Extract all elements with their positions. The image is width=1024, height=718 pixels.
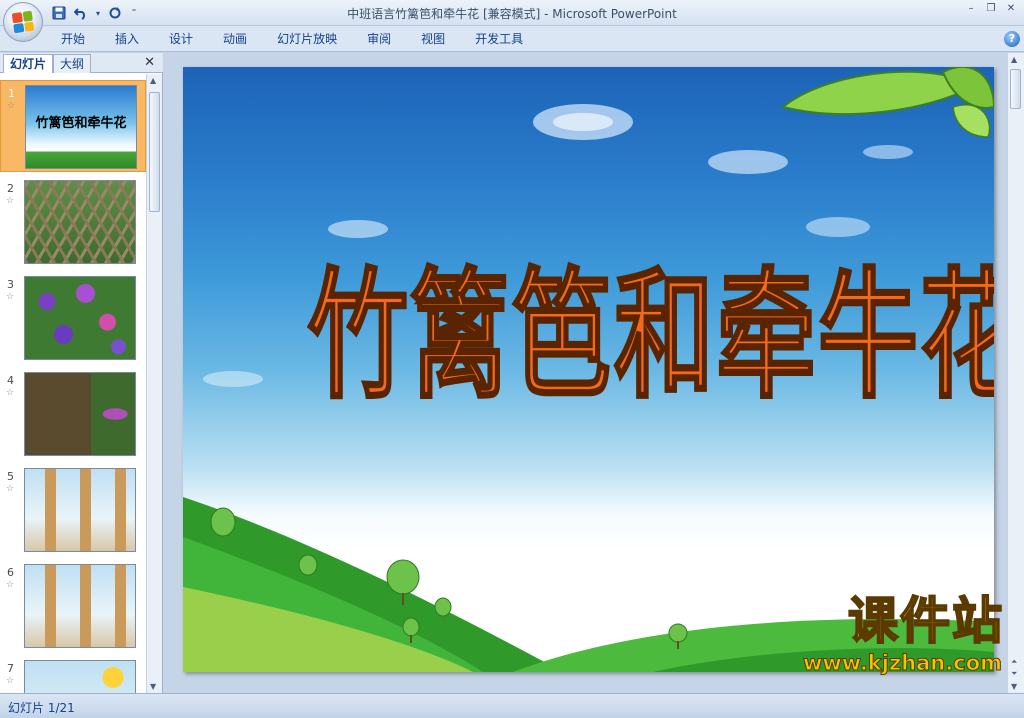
office-logo-icon	[11, 10, 35, 34]
watermark-url: www.kjzhan.com	[802, 651, 1002, 676]
thumbnail-number: 1	[8, 87, 15, 100]
pane-tabs: 大纲 幻灯片 ✕	[0, 53, 163, 73]
scroll-up-icon[interactable]: ▲	[1011, 55, 1017, 64]
office-button[interactable]	[3, 2, 43, 42]
thumbnail-number: 6	[7, 566, 14, 579]
scrollbar-thumb[interactable]	[149, 92, 160, 212]
thumbnail-5[interactable]: 5 ☆	[0, 464, 146, 556]
tab-slideshow[interactable]: 幻灯片放映	[262, 26, 352, 52]
ribbon-tabs: 开始 插入 设计 动画 幻灯片放映 审阅 视图 开发工具	[46, 26, 538, 52]
previous-slide-icon[interactable]: ⏶	[1011, 657, 1017, 667]
thumbnail-image	[24, 180, 136, 264]
tab-review[interactable]: 审阅	[352, 26, 406, 52]
tab-developer[interactable]: 开发工具	[460, 26, 538, 52]
animation-star-icon: ☆	[7, 101, 16, 111]
status-bar: 幻灯片 1/21	[0, 693, 1024, 718]
scroll-up-icon[interactable]: ▲	[150, 76, 156, 85]
scrollbar-thumb[interactable]	[1010, 69, 1021, 109]
thumbnail-list: 1 ☆ 竹篱笆和牵牛花 2 ☆ 3 ☆ 4 ☆ 5 ☆ 6 ☆ 7 ☆	[0, 74, 146, 693]
thumbnail-image	[24, 276, 136, 360]
tab-outline[interactable]: 大纲	[53, 54, 92, 73]
thumbnail-number: 5	[7, 470, 14, 483]
slide-scrollbar[interactable]: ▲ ⏶ ⏷ ▼	[1007, 53, 1024, 693]
slide-counter: 幻灯片 1/21	[8, 701, 75, 715]
ribbon: 开始 插入 设计 动画 幻灯片放映 审阅 视图 开发工具 ?	[0, 26, 1024, 52]
slide-editing-area: 竹篱笆和牵牛花 ▲ ⏶ ⏷ ▼ 课件站 www.kjzhan.com	[164, 53, 1024, 693]
scroll-down-icon[interactable]: ▼	[150, 682, 156, 691]
animation-star-icon: ☆	[6, 292, 15, 302]
thumbnail-6[interactable]: 6 ☆	[0, 560, 146, 652]
thumbnail-2[interactable]: 2 ☆	[0, 176, 146, 268]
thumbnail-number: 2	[7, 182, 14, 195]
animation-star-icon: ☆	[6, 484, 15, 494]
thumbnail-image	[24, 564, 136, 648]
thumbnail-image: 竹篱笆和牵牛花	[25, 85, 137, 169]
close-window-icon[interactable]: ✕	[1002, 2, 1020, 16]
window-title: 中班语言竹篱笆和牵牛花 [兼容模式] - Microsoft PowerPoin…	[347, 7, 677, 21]
slide-title[interactable]: 竹篱笆和牵牛花	[307, 222, 994, 425]
thumbnail-image	[24, 372, 136, 456]
close-pane-icon[interactable]: ✕	[144, 55, 155, 70]
thumbnail-3[interactable]: 3 ☆	[0, 272, 146, 364]
restore-icon[interactable]: ❐	[982, 2, 1000, 16]
thumbnail-1[interactable]: 1 ☆ 竹篱笆和牵牛花	[0, 80, 146, 172]
thumbnail-caption: 竹篱笆和牵牛花	[35, 116, 127, 131]
slides-pane: 大纲 幻灯片 ✕ 1 ☆ 竹篱笆和牵牛花 2 ☆ 3 ☆ 4 ☆ 5 ☆ 6 ☆…	[0, 53, 163, 693]
animation-star-icon: ☆	[6, 388, 15, 398]
thumbnail-number: 4	[7, 374, 14, 387]
thumbnail-image	[24, 468, 136, 552]
tab-home[interactable]: 开始	[46, 26, 100, 52]
next-slide-icon[interactable]: ⏷	[1011, 669, 1017, 679]
tab-design[interactable]: 设计	[154, 26, 208, 52]
animation-star-icon: ☆	[6, 676, 15, 686]
help-icon[interactable]: ?	[1004, 31, 1020, 47]
tab-insert[interactable]: 插入	[100, 26, 154, 52]
thumbnail-number: 3	[7, 278, 14, 291]
minimize-icon[interactable]: –	[962, 2, 980, 16]
window-controls: – ❐ ✕	[962, 2, 1020, 16]
thumbnails-scrollbar[interactable]: ▲ ▼	[146, 74, 162, 693]
thumbnail-number: 7	[7, 662, 14, 675]
animation-star-icon: ☆	[6, 196, 15, 206]
watermark-logo: 课件站	[847, 591, 1004, 651]
thumbnail-image	[24, 660, 136, 693]
scroll-down-icon[interactable]: ▼	[1011, 682, 1017, 691]
tab-animations[interactable]: 动画	[208, 26, 262, 52]
thumbnail-7[interactable]: 7 ☆	[0, 656, 146, 693]
tab-slides[interactable]: 幻灯片	[3, 54, 54, 73]
thumbnail-4[interactable]: 4 ☆	[0, 368, 146, 460]
tab-view[interactable]: 视图	[406, 26, 460, 52]
title-bar: ▾ ⁼ 中班语言竹篱笆和牵牛花 [兼容模式] - Microsoft Power…	[0, 0, 1024, 42]
animation-star-icon: ☆	[6, 580, 15, 590]
